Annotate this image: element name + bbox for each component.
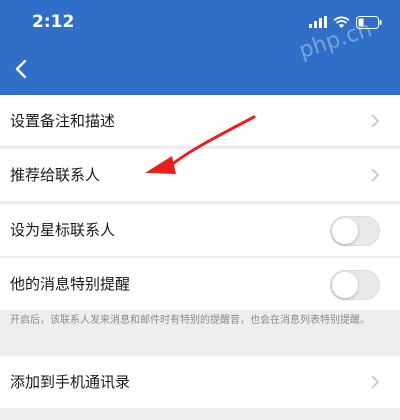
back-button[interactable] xyxy=(6,54,36,84)
toggle-knob xyxy=(332,218,358,244)
special-alert-group: 他的消息特别提醒 xyxy=(0,258,400,310)
special-alert-label: 他的消息特别提醒 xyxy=(10,275,131,293)
special-alert-hint: 开启后，该联系人发来消息和邮件时有特别的提醒音，也会在消息列表特别提醒。 xyxy=(10,315,370,326)
chevron-right-icon xyxy=(371,375,380,389)
chevron-right-icon xyxy=(371,168,380,182)
signal-icon xyxy=(309,16,327,28)
divider xyxy=(0,146,400,147)
star-toggle[interactable] xyxy=(330,216,380,246)
add-to-contacts-label: 添加到手机通讯录 xyxy=(10,373,131,391)
set-remark-label: 设置备注和描述 xyxy=(10,112,116,130)
special-alert-toggle[interactable] xyxy=(330,270,380,300)
star-label: 设为星标联系人 xyxy=(10,221,116,239)
set-remark-row[interactable]: 设置备注和描述 xyxy=(0,95,400,147)
status-time: 2:12 xyxy=(32,12,75,32)
special-alert-row: 他的消息特别提醒 xyxy=(0,258,400,310)
app-header: 2:12 php.cn xyxy=(0,0,400,95)
chevron-left-icon xyxy=(15,59,27,79)
recommend-row[interactable]: 推荐给联系人 xyxy=(0,149,400,201)
toggle-knob xyxy=(332,272,358,298)
add-contacts-group: 添加到手机通讯录 xyxy=(0,356,400,408)
chevron-right-icon xyxy=(371,114,380,128)
star-row: 设为星标联系人 xyxy=(0,204,400,256)
contact-options-group: 设置备注和描述 xyxy=(0,95,400,147)
star-group: 设为星标联系人 xyxy=(0,204,400,256)
recommend-group: 推荐给联系人 xyxy=(0,149,400,201)
add-to-contacts-row[interactable]: 添加到手机通讯录 xyxy=(0,356,400,408)
recommend-label: 推荐给联系人 xyxy=(10,166,101,184)
